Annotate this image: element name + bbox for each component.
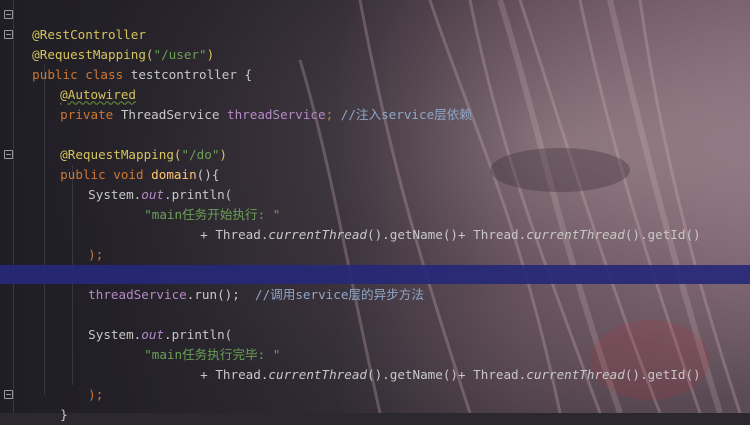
code-line[interactable]: @RequestMapping("/do") [45,125,227,162]
static-call: currentThread [268,367,367,382]
field-name: threadService [88,287,187,302]
type-name: ThreadService [120,107,227,122]
code-line[interactable]: threadService.run(); //调用service层的异步方法 [73,265,424,302]
code-text: ().getName()+ Thread. [367,367,527,382]
comment: //注入service层依赖 [340,107,472,122]
static-call: currentThread [526,227,625,242]
code-line[interactable]: "main任务开始执行: " [129,185,280,222]
semicolon: ; [325,107,341,122]
code-text: ().getId() [624,227,701,242]
code-line[interactable]: ); [73,365,103,402]
code-line[interactable]: System.out.println( [73,165,232,202]
code-line[interactable]: @RequestMapping("/user") [17,25,214,62]
code-line[interactable]: ); [73,225,103,262]
punctuation: } [60,407,68,422]
field-name: threadService [227,107,326,122]
code-line[interactable]: @RestController [17,5,146,42]
fold-marker-icon[interactable] [4,30,13,39]
code-text: .run(); [186,287,255,302]
fold-marker-icon[interactable] [4,390,13,399]
class-name: testcontroller { [130,67,253,82]
code-line[interactable]: } [45,385,68,422]
code-text: ().getId() [624,367,701,382]
code-line[interactable]: "main任务执行完毕: " [129,325,280,362]
comment: //调用service层的异步方法 [255,287,424,302]
code-line[interactable]: public class testcontroller { [17,45,252,82]
annotation: ) [219,147,228,162]
code-line[interactable]: private ThreadService threadService; //注… [45,85,472,122]
static-call: currentThread [268,227,367,242]
code-line[interactable]: @Autowired [45,65,136,102]
code-line[interactable]: + Thread.currentThread().getName()+ Thre… [185,205,700,242]
code-line[interactable]: System.out.println( [73,305,232,342]
punctuation: ); [88,247,104,262]
fold-marker-icon[interactable] [4,150,13,159]
code-line[interactable]: public void domain(){ [45,145,219,182]
gutter-separator [13,0,14,413]
fold-marker-icon[interactable] [4,10,13,19]
code-text: + Thread. [200,367,269,382]
keyword: private [60,107,121,122]
code-text: ().getName()+ Thread. [367,227,527,242]
static-call: currentThread [526,367,625,382]
code-line[interactable]: + Thread.currentThread().getName()+ Thre… [185,345,700,382]
code-text: + Thread. [200,227,269,242]
punctuation: ); [88,387,104,402]
